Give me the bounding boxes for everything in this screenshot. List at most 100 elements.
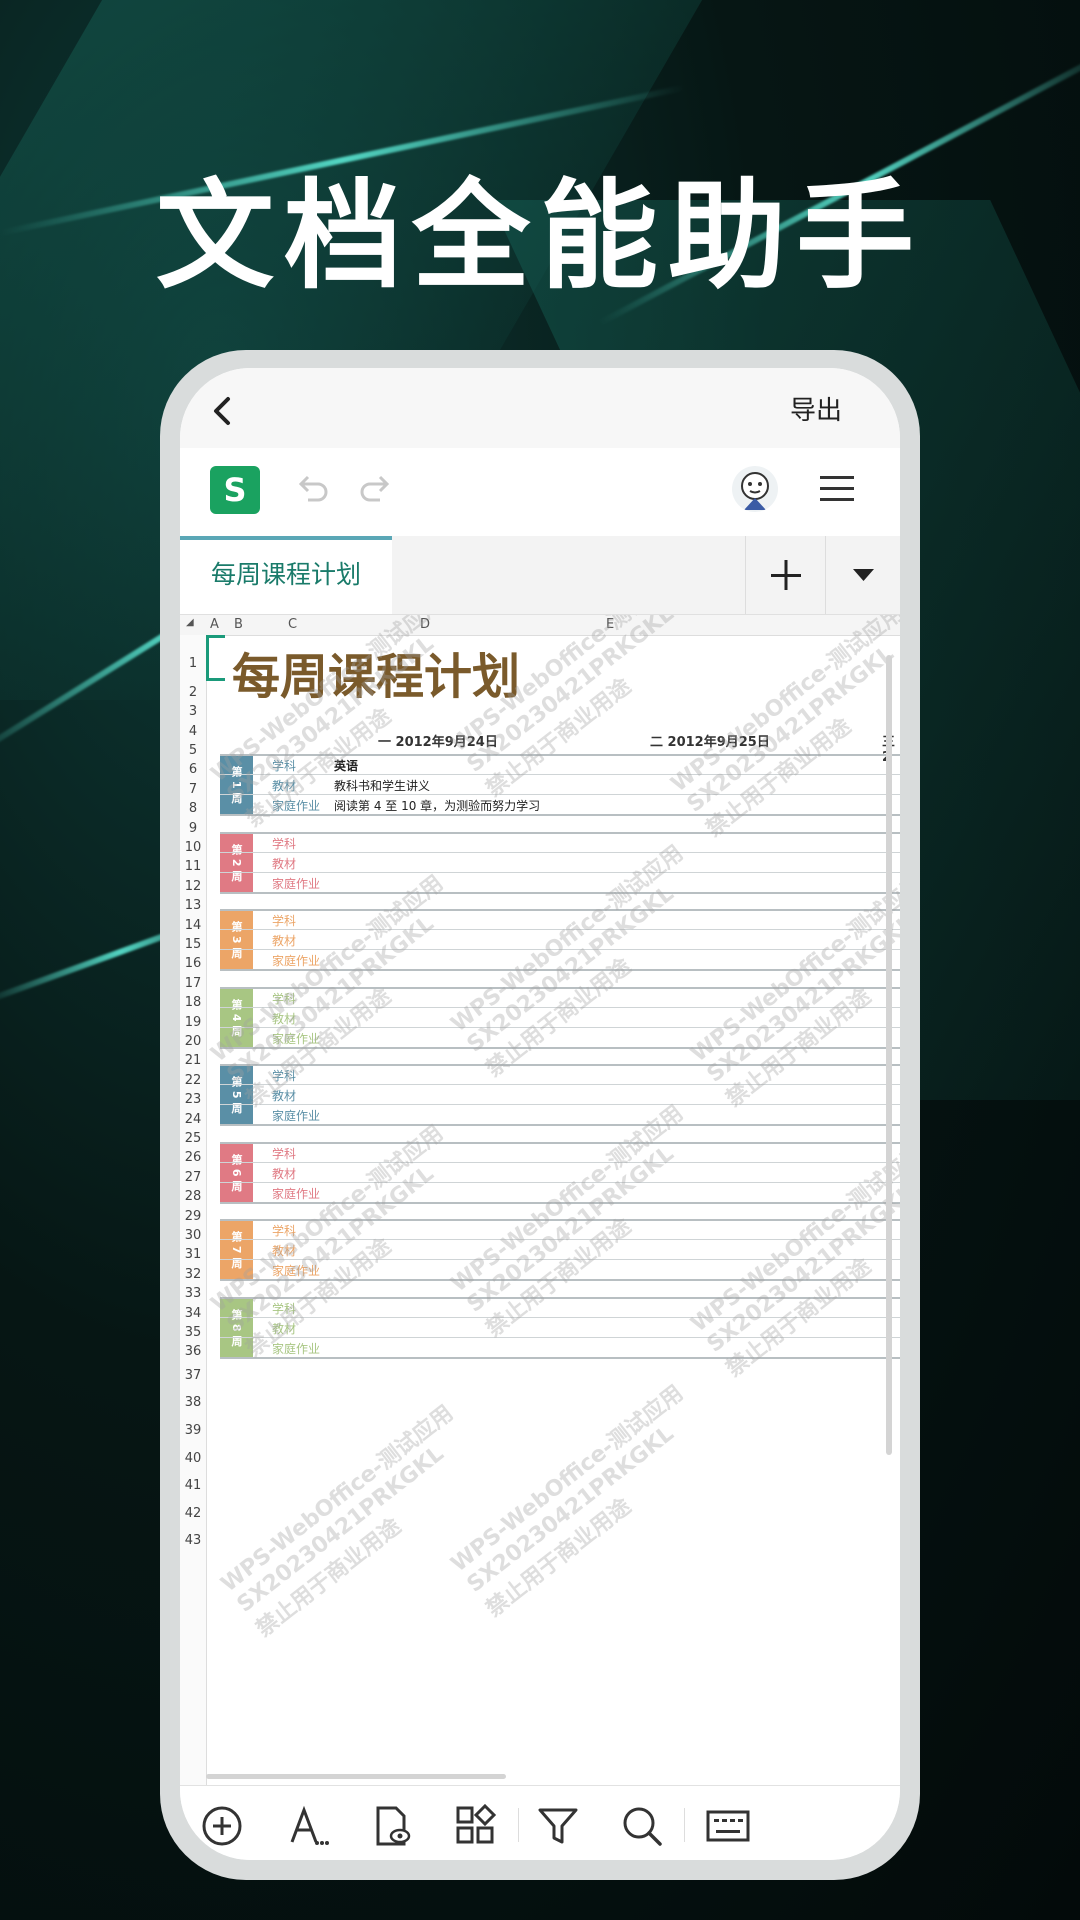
week6-homework-label[interactable]: 家庭作业 xyxy=(272,1185,320,1202)
week2-homework-label[interactable]: 家庭作业 xyxy=(272,875,320,892)
row-header-6[interactable]: 6 xyxy=(180,762,206,777)
row-header-24[interactable]: 24 xyxy=(180,1112,206,1127)
watermark: WPS-WebOffice-测试应用 SX20230421PRKGKL 禁止用于商业… xyxy=(666,615,900,843)
apps-grid-icon[interactable] xyxy=(454,1804,498,1848)
phone-frame: 导出 S 每周课程计划 ◢ A B C D E 1 2 3 4 5 6 7 8 … xyxy=(160,350,920,1880)
row-header-26[interactable]: 26 xyxy=(180,1150,206,1165)
col-header-c[interactable]: C xyxy=(288,617,297,632)
row-header-33[interactable]: 33 xyxy=(180,1286,206,1301)
row-header-32[interactable]: 32 xyxy=(180,1267,206,1282)
column-header: ◢ A B C D E xyxy=(180,615,900,636)
toolbar: S xyxy=(180,448,900,536)
row-divider xyxy=(220,1356,900,1359)
col-header-b[interactable]: B xyxy=(234,617,243,632)
phone-screen: 导出 S 每周课程计划 ◢ A B C D E 1 2 3 4 5 6 7 8 … xyxy=(180,368,900,1860)
row-header-13[interactable]: 13 xyxy=(180,898,206,913)
vertical-scrollbar[interactable] xyxy=(886,655,892,1455)
row-divider xyxy=(220,794,900,795)
week3-material-label[interactable]: 教材 xyxy=(272,932,296,949)
row-header-29[interactable]: 29 xyxy=(180,1209,206,1224)
week5-homework-label[interactable]: 家庭作业 xyxy=(272,1107,320,1124)
row-header-39[interactable]: 39 xyxy=(180,1423,206,1438)
document-view-icon[interactable] xyxy=(370,1804,414,1848)
row-header-8[interactable]: 8 xyxy=(180,801,206,816)
horizontal-scrollbar[interactable] xyxy=(206,1774,506,1779)
keyboard-icon[interactable] xyxy=(706,1804,750,1848)
undo-icon[interactable] xyxy=(292,470,332,510)
row-header-12[interactable]: 12 xyxy=(180,879,206,894)
row-header-17[interactable]: 17 xyxy=(180,976,206,991)
week6-subject-label[interactable]: 学科 xyxy=(272,1145,296,1162)
row-header-4[interactable]: 4 xyxy=(180,724,206,739)
user-avatar[interactable] xyxy=(732,466,778,512)
redo-icon[interactable] xyxy=(356,470,396,510)
row-divider xyxy=(220,851,900,853)
row-divider xyxy=(220,1124,900,1126)
row-header-21[interactable]: 21 xyxy=(180,1053,206,1068)
row-header-14[interactable]: 14 xyxy=(180,918,206,933)
sheet-tab-active[interactable]: 每周课程计划 xyxy=(180,536,392,614)
insert-icon[interactable] xyxy=(200,1804,244,1848)
row-header-28[interactable]: 28 xyxy=(180,1189,206,1204)
row-header-30[interactable]: 30 xyxy=(180,1228,206,1243)
watermark: WPS-WebOffice-测试应用 SX20230421PRKGKL 禁止用于商业… xyxy=(446,1380,689,1623)
week3-subject-label[interactable]: 学科 xyxy=(272,912,296,929)
row-header-3[interactable]: 3 xyxy=(180,704,206,719)
toolbar-separator xyxy=(684,1808,685,1842)
row-divider xyxy=(220,909,900,911)
row-header-41[interactable]: 41 xyxy=(180,1478,206,1493)
week1-homework-value[interactable]: 阅读第 4 至 10 章，为测验而努力学习 xyxy=(334,797,540,814)
row-header-18[interactable]: 18 xyxy=(180,995,206,1010)
row-header-37[interactable]: 37 xyxy=(180,1368,206,1383)
row-divider xyxy=(220,891,900,894)
row-header-11[interactable]: 11 xyxy=(180,859,206,874)
row-header-35[interactable]: 35 xyxy=(180,1325,206,1340)
row-header-27[interactable]: 27 xyxy=(180,1170,206,1185)
week2-subject-label[interactable]: 学科 xyxy=(272,835,296,852)
row-header-36[interactable]: 36 xyxy=(180,1344,206,1359)
export-button[interactable]: 导出 xyxy=(790,390,842,427)
row-header-42[interactable]: 42 xyxy=(180,1506,206,1521)
row-divider xyxy=(220,1161,900,1163)
week-label-3[interactable]: 第 3 周 xyxy=(220,910,253,970)
row-header-10[interactable]: 10 xyxy=(180,840,206,855)
row-header-1[interactable]: 1 xyxy=(180,656,206,671)
spreadsheet-grid[interactable]: ◢ A B C D E 1 2 3 4 5 6 7 8 9 10 11 12 13 14 15 16 17 18 1… xyxy=(180,615,900,1785)
row-header-19[interactable]: 19 xyxy=(180,1015,206,1030)
selection-handle[interactable] xyxy=(206,635,225,681)
week-label-2[interactable]: 第 2 周 xyxy=(220,832,253,893)
row-header-31[interactable]: 31 xyxy=(180,1247,206,1262)
watermark: WPS-WebOffice-测试应用 SX20230421PRKGKL 禁止用于商业… xyxy=(216,1400,459,1643)
search-icon[interactable] xyxy=(620,1804,664,1848)
row-divider xyxy=(220,1141,900,1144)
headline: 文档全能助手 xyxy=(155,167,924,305)
row-header-34[interactable]: 34 xyxy=(180,1306,206,1321)
toolbar-separator xyxy=(518,1808,519,1842)
col-header-a[interactable]: A xyxy=(210,617,219,632)
hamburger-menu-icon[interactable] xyxy=(820,474,854,504)
row-header-20[interactable]: 20 xyxy=(180,1034,206,1049)
add-sheet-button[interactable] xyxy=(745,536,826,614)
row-header-5[interactable]: 5 xyxy=(180,743,206,758)
row-header-43[interactable]: 43 xyxy=(180,1533,206,1548)
back-arrow-icon[interactable] xyxy=(210,396,234,426)
spreadsheet-app-icon: S xyxy=(210,466,260,514)
sheet-dropdown-button[interactable] xyxy=(825,536,900,614)
filter-icon[interactable] xyxy=(536,1804,580,1848)
row-header-22[interactable]: 22 xyxy=(180,1073,206,1088)
row-header-9[interactable]: 9 xyxy=(180,821,206,836)
week6-material-label[interactable]: 教材 xyxy=(272,1165,296,1182)
row-header-15[interactable]: 15 xyxy=(180,937,206,952)
row-header-7[interactable]: 7 xyxy=(180,782,206,797)
row-header-40[interactable]: 40 xyxy=(180,1451,206,1466)
row-header-2[interactable]: 2 xyxy=(180,685,206,700)
row-header-23[interactable]: 23 xyxy=(180,1092,206,1107)
week1-material-value[interactable]: 教科书和学生讲义 xyxy=(334,777,430,794)
row-header-25[interactable]: 25 xyxy=(180,1131,206,1146)
week2-material-label[interactable]: 教材 xyxy=(272,855,296,872)
font-format-icon[interactable] xyxy=(286,1804,330,1848)
week-label-6[interactable]: 第 6 周 xyxy=(220,1142,253,1203)
row-header-16[interactable]: 16 xyxy=(180,956,206,971)
row-header-38[interactable]: 38 xyxy=(180,1395,206,1410)
select-all-corner[interactable]: ◢ xyxy=(186,617,194,628)
